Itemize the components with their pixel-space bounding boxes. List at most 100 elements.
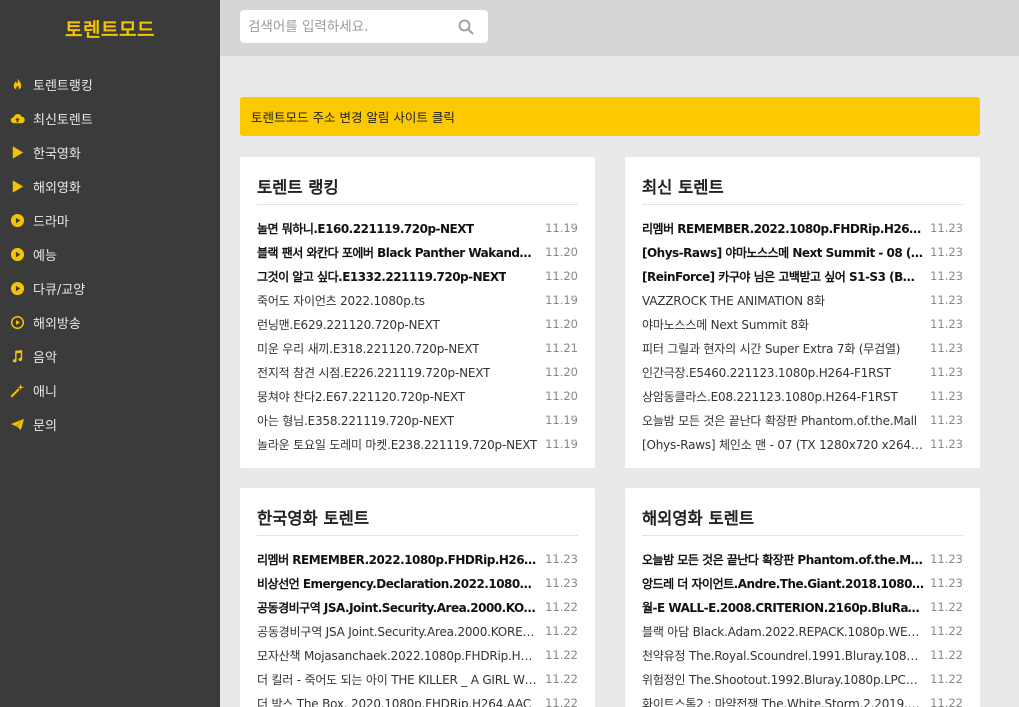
list-item[interactable]: 공동경비구역 JSA Joint.Security.Area.2000.KORE… — [257, 619, 578, 643]
torrent-date: 11.19 — [545, 293, 578, 307]
play-circle-outline-icon — [9, 314, 25, 330]
list-item[interactable]: 월-E WALL-E.2008.CRITERION.2160p.BluRay.R… — [642, 595, 963, 619]
list-item[interactable]: [Ohys-Raws] 야마노스스메 Next Summit - 08 (BS1… — [642, 240, 963, 264]
torrent-title: 런닝맨.E629.221120.720p-NEXT — [257, 317, 440, 332]
torrent-title: 더 박스 The Box. 2020.1080p.FHDRip.H264.AAC — [257, 696, 532, 707]
list-item[interactable]: 오늘밤 모든 것은 끝난다 확장판 Phantom.of.the.Mall.Er… — [642, 547, 963, 571]
list-item[interactable]: 위험정인 The.Shootout.1992.Bluray.1080p.LPCM… — [642, 667, 963, 691]
torrent-date: 11.22 — [545, 624, 578, 638]
torrent-title: 피터 그릴과 현자의 시간 Super Extra 7화 (무검열) — [642, 341, 901, 356]
torrent-date: 11.22 — [930, 624, 963, 638]
search-input[interactable] — [240, 10, 448, 43]
torrent-title: 위험정인 The.Shootout.1992.Bluray.1080p.LPCM… — [642, 672, 925, 687]
torrent-title: 화이트스톰2 : 마약전쟁 The.White.Storm.2.2019.108… — [642, 696, 925, 707]
list-item[interactable]: 상암동클라스.E08.221123.1080p.H264-F1RST 11.23 — [642, 384, 963, 408]
list-item[interactable]: 리멤버 REMEMBER.2022.1080p.FHDRip.H264.AAC-… — [642, 216, 963, 240]
list-item[interactable]: 인간극장.E5460.221123.1080p.H264-F1RST 11.23 — [642, 360, 963, 384]
list-item[interactable]: 뭉쳐야 찬다2.E67.221120.720p-NEXT 11.20 — [257, 384, 578, 408]
sidebar-item-drama[interactable]: 드라마 — [0, 203, 220, 237]
list-item[interactable]: 리멤버 REMEMBER.2022.1080p.FHDRip.H264.AAC-… — [257, 547, 578, 571]
sidebar-item-foreign-movies[interactable]: 해외영화 — [0, 169, 220, 203]
list-item[interactable]: 런닝맨.E629.221120.720p-NEXT 11.20 — [257, 312, 578, 336]
list-item[interactable]: 전지적 참견 시점.E226.221119.720p-NEXT 11.20 — [257, 360, 578, 384]
sidebar-item-label: 예능 — [33, 248, 57, 264]
list-item[interactable]: VAZZROCK THE ANIMATION 8화 11.23 — [642, 288, 963, 312]
torrent-list: 오늘밤 모든 것은 끝난다 확장판 Phantom.of.the.Mall.Er… — [642, 547, 963, 707]
torrent-title: [Ohys-Raws] 야마노스스메 Next Summit - 08 (BS1… — [642, 245, 924, 260]
sidebar-item-ranking[interactable]: 토렌트랭킹 — [0, 67, 220, 101]
sidebar: 토렌트모드 토렌트랭킹 최신토렌트 한국영화 해외영화 드라마 예능 다큐/교양… — [0, 0, 220, 707]
sparkle-wand-icon — [9, 382, 25, 398]
torrent-date: 11.23 — [930, 221, 963, 235]
site-logo[interactable]: 토렌트모드 — [0, 0, 220, 56]
list-item[interactable]: 놀라운 토요일 도레미 마켓.E238.221119.720p-NEXT 11.1… — [257, 432, 578, 456]
torrent-title: 아는 형님.E358.221119.720p-NEXT — [257, 413, 455, 428]
torrent-date: 11.23 — [930, 245, 963, 259]
list-item[interactable]: [Ohys-Raws] 체인소 맨 - 07 (TX 1280x720 x264… — [642, 432, 963, 456]
torrent-title: 뭉쳐야 찬다2.E67.221120.720p-NEXT — [257, 389, 465, 404]
list-item[interactable]: 더 박스 The Box. 2020.1080p.FHDRip.H264.AAC… — [257, 691, 578, 707]
card-title: 해외영화 토렌트 — [642, 488, 963, 536]
sidebar-item-variety[interactable]: 예능 — [0, 237, 220, 271]
list-item[interactable]: 화이트스톰2 : 마약전쟁 The.White.Storm.2.2019.108… — [642, 691, 963, 707]
list-item[interactable]: 죽어도 자이언츠 2022.1080p.ts 11.19 — [257, 288, 578, 312]
list-item[interactable]: 모자산책 Mojasanchaek.2022.1080p.FHDRip.H264… — [257, 643, 578, 667]
torrent-date: 11.23 — [930, 576, 963, 590]
foreign-movies-card: 해외영화 토렌트 오늘밤 모든 것은 끝난다 확장판 Phantom.of.th… — [625, 488, 980, 707]
torrent-list: 놀면 뭐하니.E160.221119.720p-NEXT 11.19 블랙 팬서 와… — [257, 216, 578, 456]
sidebar-item-contact[interactable]: 문의 — [0, 407, 220, 441]
list-item[interactable]: 공동경비구역 JSA.Joint.Security.Area.2000.KORE… — [257, 595, 578, 619]
torrent-title: 천약유정 The.Royal.Scoundrel.1991.Bluray.108… — [642, 648, 925, 663]
list-item[interactable]: 미운 우리 새끼.E318.221120.720p-NEXT 11.21 — [257, 336, 578, 360]
latest-card: 최신 토렌트 리멤버 REMEMBER.2022.1080p.FHDRip.H2… — [625, 157, 980, 468]
list-item[interactable]: 놀면 뭐하니.E160.221119.720p-NEXT 11.19 — [257, 216, 578, 240]
torrent-title: 공동경비구역 JSA.Joint.Security.Area.2000.KORE… — [257, 600, 539, 615]
torrent-title: 모자산책 Mojasanchaek.2022.1080p.FHDRip.H264… — [257, 648, 539, 663]
torrent-date: 11.23 — [930, 317, 963, 331]
sidebar-item-latest[interactable]: 최신토렌트 — [0, 101, 220, 135]
sidebar-item-anime[interactable]: 애니 — [0, 373, 220, 407]
list-item[interactable]: 야마노스스메 Next Summit 8화 11.23 — [642, 312, 963, 336]
torrent-date: 11.22 — [545, 600, 578, 614]
ranking-card: 토렌트 랭킹 놀면 뭐하니.E160.221119.720p-NEXT 11.19… — [240, 157, 595, 468]
torrent-title: 상암동클라스.E08.221123.1080p.H264-F1RST — [642, 389, 898, 404]
list-item[interactable]: 블랙 아담 Black.Adam.2022.REPACK.1080p.WEBRi… — [642, 619, 963, 643]
torrent-date: 11.20 — [545, 317, 578, 331]
list-item[interactable]: 그것이 알고 싶다.E1332.221119.720p-NEXT 11.20 — [257, 264, 578, 288]
list-item[interactable]: 오늘밤 모든 것은 끝난다 확장판 Phantom.of.the.Mall 11.… — [642, 408, 963, 432]
list-item[interactable]: 비상선언 Emergency.Declaration.2022.1080p.Bl… — [257, 571, 578, 595]
list-item[interactable]: 블랙 팬서 와칸다 포에버 Black Panther Wakanda Fore… — [257, 240, 578, 264]
search-icon[interactable] — [457, 18, 475, 36]
list-item[interactable]: 천약유정 The.Royal.Scoundrel.1991.Bluray.108… — [642, 643, 963, 667]
torrent-date: 11.23 — [930, 389, 963, 403]
torrent-title: 오늘밤 모든 것은 끝난다 확장판 Phantom.of.the.Mall — [642, 413, 917, 428]
sidebar-item-korean-movies[interactable]: 한국영화 — [0, 135, 220, 169]
sidebar-nav: 토렌트랭킹 최신토렌트 한국영화 해외영화 드라마 예능 다큐/교양 해외방송 … — [0, 67, 220, 441]
torrent-title: 더 킬러 - 죽어도 되는 아이 THE KILLER _ A GIRL WHO — [257, 672, 540, 687]
torrent-date: 11.20 — [545, 245, 578, 259]
torrent-title: 그것이 알고 싶다.E1332.221119.720p-NEXT — [257, 269, 507, 284]
list-item[interactable]: 앙드레 더 자이언트.Andre.The.Giant.2018.1080p.WE… — [642, 571, 963, 595]
address-change-banner[interactable]: 토렌트모드 주소 변경 알림 사이트 클릭 — [240, 97, 980, 136]
torrent-date: 11.23 — [930, 413, 963, 427]
sidebar-item-overseas-broadcast[interactable]: 해외방송 — [0, 305, 220, 339]
torrent-title: 인간극장.E5460.221123.1080p.H264-F1RST — [642, 365, 891, 380]
torrent-date: 11.22 — [930, 648, 963, 662]
sidebar-item-music[interactable]: 음악 — [0, 339, 220, 373]
torrent-date: 11.22 — [545, 648, 578, 662]
torrent-title: [Ohys-Raws] 체인소 맨 - 07 (TX 1280x720 x264… — [642, 437, 925, 452]
list-item[interactable]: [ReinForce] 카구야 님은 고백받고 싶어 S1-S3 (BDRip … — [642, 264, 963, 288]
torrent-title: 놀라운 토요일 도레미 마켓.E238.221119.720p-NEXT — [257, 437, 538, 452]
sidebar-item-label: 다큐/교양 — [33, 282, 86, 298]
list-item[interactable]: 아는 형님.E358.221119.720p-NEXT 11.19 — [257, 408, 578, 432]
torrent-date: 11.23 — [930, 552, 963, 566]
list-item[interactable]: 더 킬러 - 죽어도 되는 아이 THE KILLER _ A GIRL WHO… — [257, 667, 578, 691]
list-item[interactable]: 피터 그릴과 현자의 시간 Super Extra 7화 (무검열) 11.23 — [642, 336, 963, 360]
torrent-date: 11.19 — [545, 437, 578, 451]
fire-icon — [9, 76, 25, 92]
sidebar-item-label: 최신토렌트 — [33, 112, 93, 128]
torrent-date: 11.20 — [545, 389, 578, 403]
sidebar-item-documentary[interactable]: 다큐/교양 — [0, 271, 220, 305]
torrent-title: 앙드레 더 자이언트.Andre.The.Giant.2018.1080p.WE… — [642, 576, 925, 591]
torrent-date: 11.23 — [930, 437, 963, 451]
